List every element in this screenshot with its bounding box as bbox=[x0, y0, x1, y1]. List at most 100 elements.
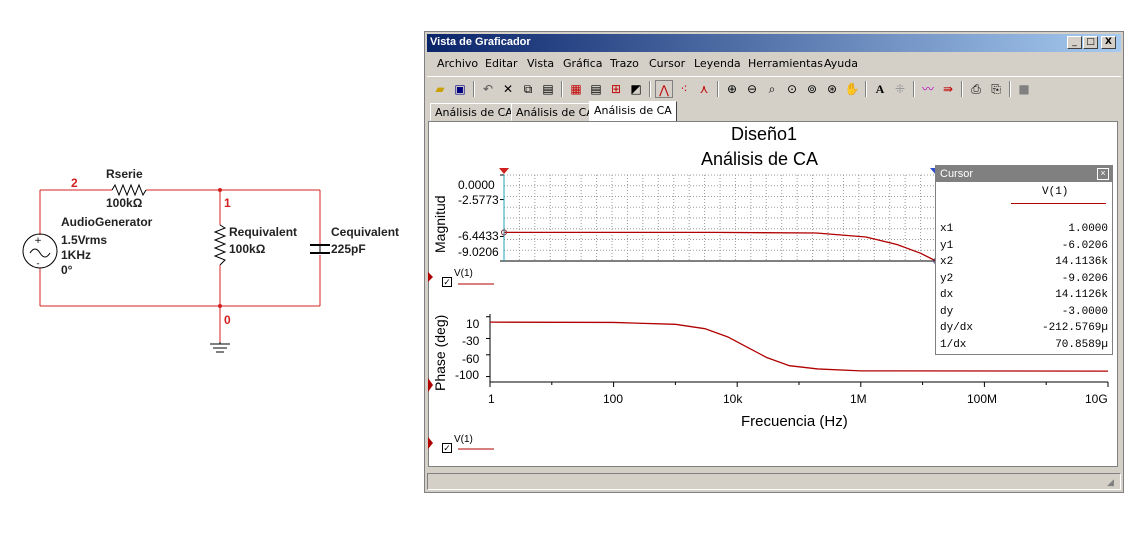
show-cursors-icon[interactable]: ⋀ bbox=[655, 80, 673, 98]
legend-icon[interactable]: ▤ bbox=[587, 80, 605, 98]
minimize-button[interactable]: _ bbox=[1067, 36, 1082, 49]
print-icon[interactable]: ⎙ bbox=[967, 80, 985, 98]
toolbar-separator bbox=[717, 81, 719, 97]
toolbar-separator bbox=[865, 81, 867, 97]
close-button[interactable]: X bbox=[1101, 36, 1116, 49]
cursor-row-key: x2 bbox=[940, 256, 954, 268]
select-marks-icon[interactable]: ⁖ bbox=[675, 80, 693, 98]
toolbar-separator bbox=[473, 81, 475, 97]
cursor-row-value: 1.0000 bbox=[1068, 223, 1108, 235]
menu-editar[interactable]: Editar bbox=[485, 57, 518, 70]
cursor-panel-title: Cursor bbox=[940, 168, 974, 180]
menu-vista[interactable]: Vista bbox=[527, 57, 554, 70]
grid-icon[interactable]: ▦ bbox=[567, 80, 585, 98]
stop-icon[interactable]: ■ bbox=[1015, 80, 1033, 98]
menu-ayuda[interactable]: Ayuda bbox=[824, 57, 858, 70]
trace-legend-magnitude: V(1) bbox=[454, 268, 473, 279]
node-2-label: 2 bbox=[71, 176, 78, 190]
cursor-row-key: y1 bbox=[940, 239, 954, 252]
cursor-row-key: dy bbox=[940, 305, 954, 318]
cursor-row-key: y2 bbox=[940, 272, 954, 285]
axes-icon[interactable]: ⊞ bbox=[607, 80, 625, 98]
node-0-label: 0 bbox=[224, 313, 231, 327]
menu-cursor[interactable]: Cursor bbox=[649, 57, 685, 70]
marks-line-icon[interactable]: ⋏ bbox=[695, 80, 713, 98]
toolbar-separator bbox=[1009, 81, 1011, 97]
delete-icon[interactable]: ✕ bbox=[499, 80, 517, 98]
tab-analisis-ca-2[interactable]: Análisis de CA bbox=[511, 103, 599, 121]
menu-leyenda[interactable]: Leyenda bbox=[694, 57, 741, 70]
cursor-row-value: 14.1136k bbox=[1055, 256, 1108, 268]
close-icon[interactable]: × bbox=[1097, 168, 1109, 180]
cursor-row-key: x1 bbox=[940, 223, 954, 235]
save-icon[interactable]: ▣ bbox=[451, 80, 469, 98]
generator-phase: 0° bbox=[61, 263, 73, 277]
toolbar-separator bbox=[961, 81, 963, 97]
zoom-out-icon[interactable]: ⊖ bbox=[743, 80, 761, 98]
cursor-1-handle bbox=[499, 168, 509, 174]
cursor-row-value: -212.5769µ bbox=[1041, 322, 1108, 334]
open-icon[interactable]: ▰ bbox=[431, 80, 449, 98]
plot-title: Diseño1 bbox=[731, 124, 798, 144]
toolbar-separator bbox=[649, 81, 651, 97]
zoom-full-icon[interactable]: ⌕ bbox=[763, 80, 781, 98]
pan-hand-icon[interactable]: ✋ bbox=[843, 80, 861, 98]
maximize-button[interactable]: □ bbox=[1083, 36, 1098, 49]
toolbar-separator bbox=[561, 81, 563, 97]
node-1-label: 1 bbox=[224, 196, 231, 210]
menu-grafica[interactable]: Gráfica bbox=[563, 57, 603, 70]
cequivalent-name: Cequivalent bbox=[331, 225, 400, 239]
status-bar bbox=[427, 473, 1121, 490]
title-bar[interactable]: Vista de Graficador _ □ X bbox=[427, 34, 1121, 52]
window-icon[interactable]: ◩ bbox=[627, 80, 645, 98]
trace-marker bbox=[428, 437, 433, 449]
trace-marker bbox=[428, 378, 433, 392]
generator-frequency: 1KHz bbox=[61, 248, 92, 262]
trace-checkbox-phase[interactable]: ✓ bbox=[442, 443, 452, 453]
print-preview-icon[interactable]: ⎘ bbox=[987, 80, 1005, 98]
menu-archivo[interactable]: Archivo bbox=[437, 57, 478, 70]
cursor-row-value: -6.0206 bbox=[1061, 239, 1108, 252]
generator-name: AudioGenerator bbox=[61, 215, 153, 229]
requivalent-name: Requivalent bbox=[229, 225, 298, 239]
rserie-value: 100kΩ bbox=[106, 196, 143, 210]
undo-icon[interactable]: ↶ bbox=[479, 80, 497, 98]
svg-text:+: + bbox=[34, 236, 42, 246]
zoom-in-icon[interactable]: ⊕ bbox=[723, 80, 741, 98]
cursor-row-value: 14.1126k bbox=[1055, 289, 1108, 301]
text-icon[interactable]: A bbox=[871, 80, 889, 98]
cursor-column-underline bbox=[1011, 203, 1106, 204]
zoom-x-icon[interactable]: ⊚ bbox=[803, 80, 821, 98]
requivalent-value: 100kΩ bbox=[229, 242, 266, 256]
cursor-row-key: dx bbox=[940, 289, 954, 301]
tab-analisis-ca-3[interactable]: Análisis de CA bbox=[589, 101, 677, 122]
cursor-panel[interactable]: Cursor × V(1) x1 1.0000 y1 -6.0206 x2 14.1136… bbox=[935, 165, 1113, 355]
window-title: Vista de Graficador bbox=[430, 36, 531, 48]
label-icon[interactable]: ⁜ bbox=[891, 80, 909, 98]
generator-amplitude: 1.5Vrms bbox=[61, 233, 108, 247]
menu-trazo[interactable]: Trazo bbox=[610, 57, 639, 70]
resize-grip-icon[interactable]: ◢ bbox=[1107, 478, 1114, 488]
zoom-y-icon[interactable]: ⊛ bbox=[823, 80, 841, 98]
trace-icon[interactable]: 〰 bbox=[919, 80, 937, 98]
circuit-schematic: + - bbox=[22, 183, 330, 353]
rserie-name: Rserie bbox=[106, 167, 143, 181]
cursor-column-header: V(1) bbox=[1042, 186, 1069, 198]
toolbar: ▰ ▣ ↶ ✕ ⧉ ▤ ▦ ▤ ⊞ ◩ ⋀ ⁖ ⋏ ⊕ ⊖ ⌕ ⊙ ⊚ ⊛ ✋ … bbox=[427, 76, 1121, 101]
trace-checkbox-magnitude[interactable]: ✓ bbox=[442, 277, 452, 287]
cursor-row-value: -9.0206 bbox=[1061, 272, 1108, 285]
tab-analisis-ca-1[interactable]: Análisis de CA bbox=[430, 103, 518, 121]
cequivalent-value: 225pF bbox=[331, 242, 366, 256]
cursor-row-value: -3.0000 bbox=[1061, 305, 1108, 318]
menu-bar: Archivo Editar Vista Gráfica Trazo Curso… bbox=[427, 54, 1121, 74]
export-icon[interactable]: ⇛ bbox=[939, 80, 957, 98]
menu-herramientas[interactable]: Herramientas bbox=[748, 57, 823, 70]
paste-icon[interactable]: ▤ bbox=[539, 80, 557, 98]
trace-marker bbox=[428, 272, 433, 282]
copy-icon[interactable]: ⧉ bbox=[519, 80, 537, 98]
zoom-area-icon[interactable]: ⊙ bbox=[783, 80, 801, 98]
cursor-panel-titlebar[interactable]: Cursor × bbox=[936, 166, 1112, 182]
trace-legend-phase: V(1) bbox=[454, 434, 473, 445]
cursor-row-value: 70.8589µ bbox=[1055, 338, 1108, 351]
svg-text:-: - bbox=[36, 259, 39, 269]
